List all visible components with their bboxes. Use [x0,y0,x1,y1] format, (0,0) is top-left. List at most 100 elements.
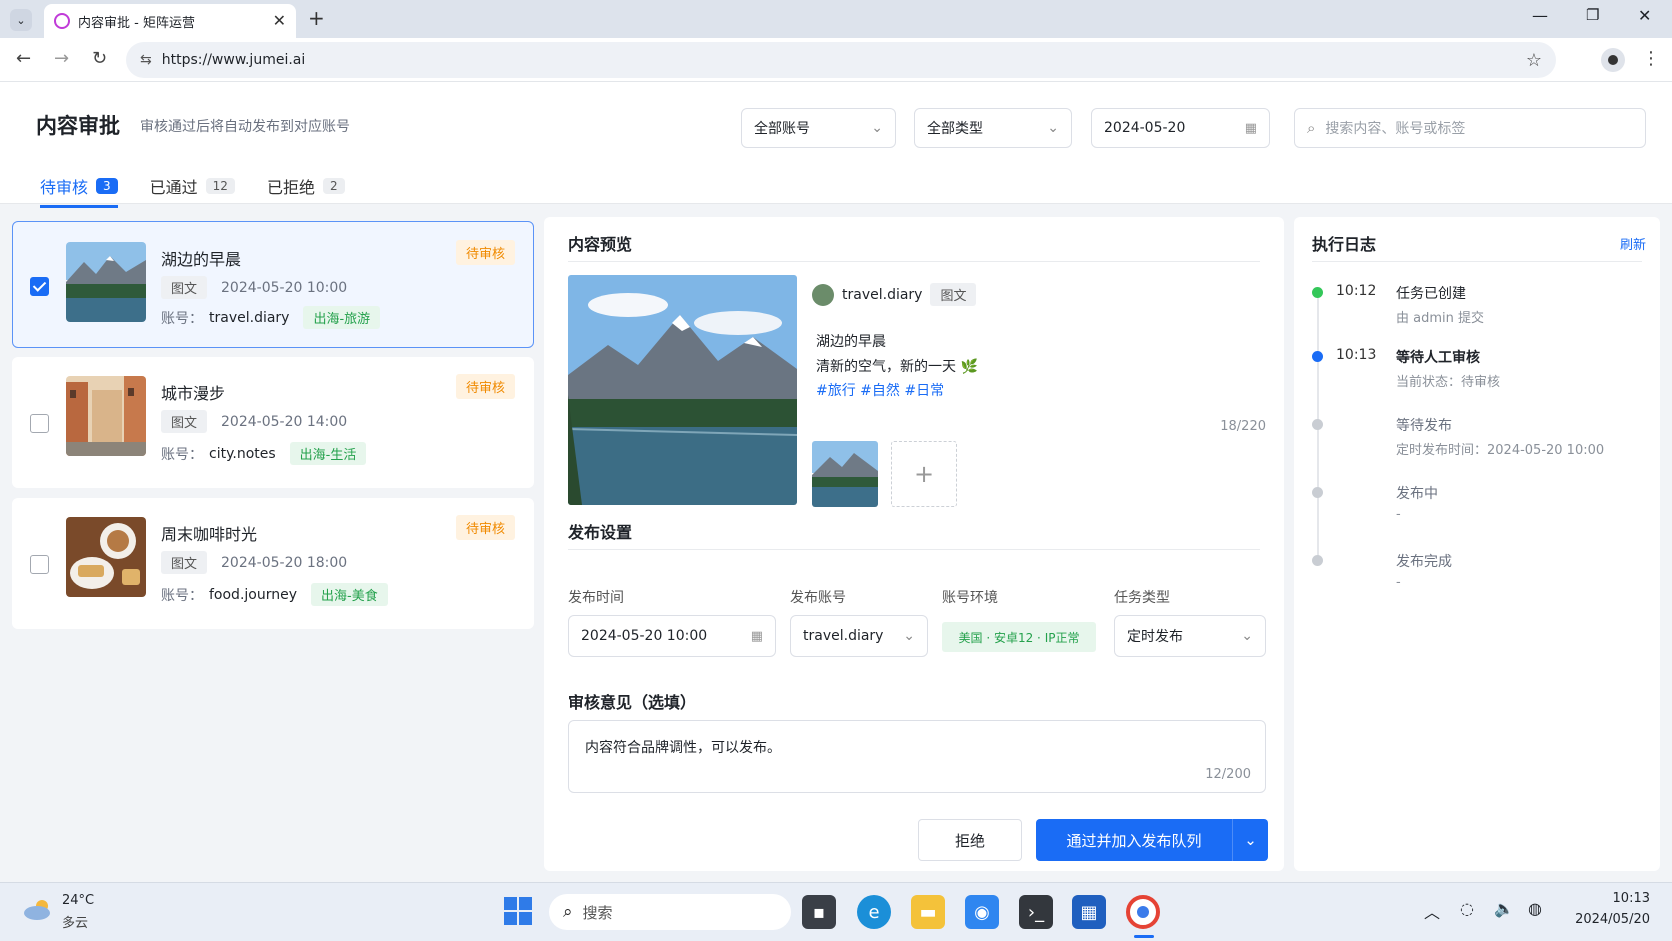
account-env-badge: 美国 · 安卓12 · IP正常 [942,622,1096,652]
tray-chevron-up-icon[interactable]: ︿ [1424,899,1440,923]
profile-avatar-icon[interactable] [1601,48,1625,72]
log-title-text: 等待发布 [1396,418,1452,434]
log-time: 10:13 [1336,347,1377,363]
item-checkbox[interactable] [30,277,49,296]
tab-close-icon[interactable]: ✕ [273,11,286,31]
browser-tab-active[interactable]: 内容审批 - 矩阵运营 ✕ [44,4,296,38]
window-close-icon[interactable]: ✕ [1638,6,1651,25]
publish-time-value: 2024-05-20 10:00 [581,628,708,644]
tab-approved[interactable]: 已通过 12 [150,166,235,206]
item-meta: 图文 2024-05-20 18:00 [161,551,347,574]
restore-icon[interactable]: ❐ [1586,6,1599,24]
log-sub-text: 定时发布时间：2024-05-20 10:00 [1396,443,1605,458]
minimize-icon[interactable]: — [1532,6,1548,25]
address-bar[interactable]: ⇆ https://www.jumei.ai ☆ [126,42,1556,78]
log-sub-text: - [1396,575,1401,590]
log-item: 10:12 任务已创建 由 admin 提交 [1312,283,1652,333]
date-filter-picker[interactable]: 2024-05-20 ▦ [1091,108,1270,148]
tab-count-badge: 3 [96,178,118,194]
preview-section-title: 内容预览 [568,235,633,254]
browser-menu-icon[interactable]: ⋮ [1642,48,1660,69]
reject-button[interactable]: 拒绝 [918,819,1022,861]
forward-icon[interactable]: → [54,48,69,69]
review-comment-textarea[interactable]: 内容符合品牌调性，可以发布。 12/200 [568,720,1266,793]
app-icon[interactable]: ◉ [965,895,999,929]
search-input[interactable]: ⌕ 搜索内容、账号或标签 [1294,108,1646,148]
approve-button[interactable]: 通过并加入发布队列 [1036,819,1232,861]
divider [568,549,1260,550]
type-filter-select[interactable]: 全部类型 ⌄ [914,108,1072,148]
publish-account-label: 发布账号 [790,590,846,606]
log-sub-text: 由 admin 提交 [1396,311,1484,326]
log-sub-text: - [1396,507,1401,522]
content-type-tag: 图文 [930,283,977,306]
task-type-select[interactable]: 定时发布 ⌄ [1114,615,1266,657]
preview-account-name: travel.diary [842,286,923,303]
log-title: 执行日志 [1312,235,1377,254]
item-checkbox[interactable] [30,555,49,574]
log-title-text: 等待人工审核 [1396,350,1480,366]
network-icon[interactable]: ◌ [1460,899,1474,918]
content-type-tag: 图文 [161,410,208,433]
status-dot [1312,351,1323,362]
clock-time[interactable]: 10:13 [1590,891,1650,906]
search-icon: ⌕ [1307,119,1316,137]
start-menu-icon[interactable] [504,897,532,925]
site-settings-icon[interactable]: ⇆ [140,52,152,68]
approve-options-dropdown[interactable]: ⌄ [1232,819,1268,861]
tab-list-chevron-icon[interactable]: ⌄ [10,9,32,31]
publish-account-select[interactable]: travel.diary ⌄ [790,615,928,657]
battery-icon[interactable]: ◍ [1528,899,1542,918]
new-tab-icon[interactable]: + [308,6,325,30]
publish-section-title: 发布设置 [568,523,633,542]
chevron-down-icon: ⌄ [1047,120,1059,136]
browser-toolbar: ← → ↻ ⇆ https://www.jumei.ai ☆ ⋮ [0,38,1672,82]
edge-browser-icon[interactable]: e [857,895,891,929]
publish-time-picker[interactable]: 2024-05-20 10:00 ▦ [568,615,776,657]
task-view-icon[interactable]: ▪ [802,895,836,929]
reload-icon[interactable]: ↻ [92,48,107,69]
preview-char-count: 18/220 [1220,419,1266,434]
list-item[interactable]: 城市漫步 图文 2024-05-20 14:00 账号： city.notes 出… [12,357,534,488]
account-env-label: 账号环境 [942,590,998,606]
back-icon[interactable]: ← [16,48,31,69]
log-item: 发布完成 - [1312,551,1652,601]
list-item[interactable]: 周末咖啡时光 图文 2024-05-20 18:00 账号： food.journ… [12,498,534,629]
account-filter-select[interactable]: 全部账号 ⌄ [741,108,896,148]
group-tag: 出海-美食 [311,583,388,606]
page-subtitle: 审核通过后将自动发布到对应账号 [140,119,350,135]
active-app-indicator [1134,935,1154,938]
calendar-icon: ▦ [1244,120,1257,136]
store-icon[interactable]: ▦ [1072,895,1106,929]
preview-thumbnail-image[interactable] [812,441,878,507]
log-item: 等待发布 定时发布时间：2024-05-20 10:00 [1312,415,1652,465]
tab-pending[interactable]: 待审核 3 [40,166,118,208]
list-item[interactable]: 湖边的早晨 图文 2024-05-20 10:00 账号： travel.diar… [12,221,534,348]
chrome-browser-icon[interactable] [1126,895,1160,929]
volume-icon[interactable]: 🔈 [1494,899,1514,918]
status-badge: 待审核 [455,374,515,399]
add-image-icon[interactable]: + [891,441,957,507]
clock-date[interactable]: 2024/05/20 [1562,912,1650,927]
cloud-icon[interactable] [22,897,54,921]
review-comment-text: 内容符合品牌调性，可以发布。 [585,740,781,756]
item-time: 2024-05-20 14:00 [221,413,348,430]
item-time: 2024-05-20 10:00 [221,279,348,296]
tab-rejected[interactable]: 已拒绝 2 [267,166,345,206]
url-text: https://www.jumei.ai [161,52,306,68]
file-explorer-icon[interactable]: ▬ [911,895,945,929]
refresh-link[interactable]: 刷新 [1620,234,1646,253]
taskbar-search-box[interactable]: ⌕ 搜索 [549,894,791,930]
status-badge: 待审核 [455,240,515,265]
account-label: 账号： [161,587,203,604]
task-type-value: 定时发布 [1127,629,1183,645]
preview-main-image [568,275,797,505]
item-title: 湖边的早晨 [161,250,242,269]
terminal-icon[interactable]: ›_ [1019,895,1053,929]
preview-post-body: 清新的空气，新的一天 🌿 [816,359,978,375]
tab-label: 已通过 [149,178,198,197]
execution-log-panel: 执行日志 刷新 10:12 任务已创建 由 admin 提交 10:13 等待人… [1294,217,1660,871]
item-checkbox[interactable] [30,414,49,433]
date-filter-value: 2024-05-20 [1104,120,1186,136]
bookmark-star-icon[interactable]: ☆ [1526,50,1542,71]
